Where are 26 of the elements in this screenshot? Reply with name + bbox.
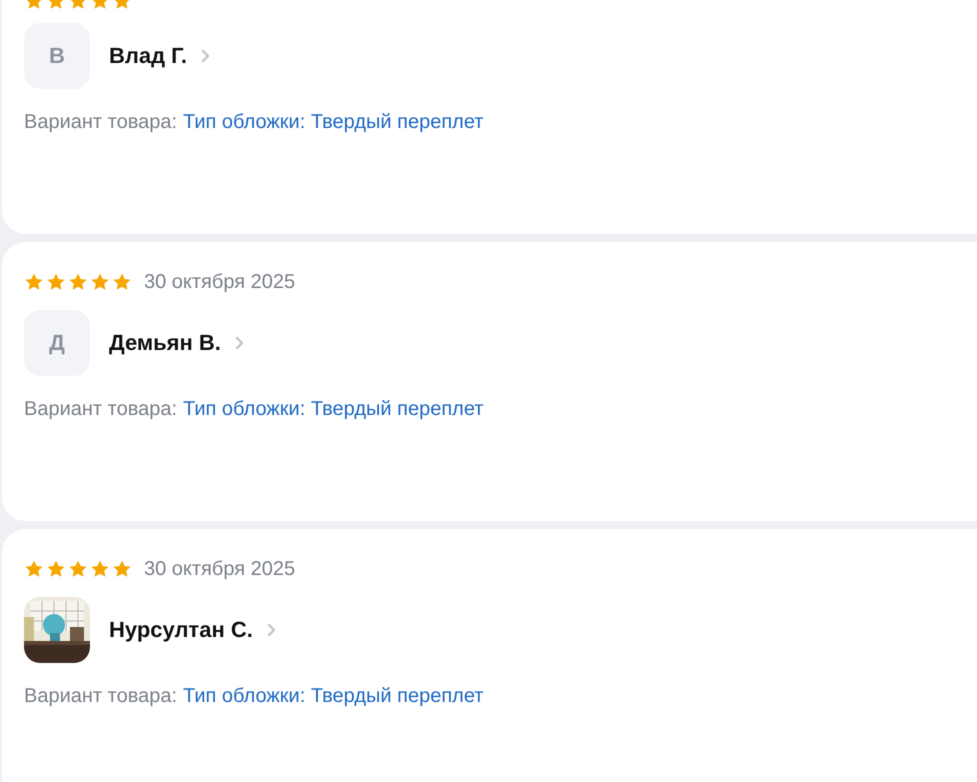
variant-link[interactable]: Тип обложки: Твердый переплет (183, 685, 484, 708)
variant-label: Вариант товара: (24, 685, 178, 708)
star-icon (90, 559, 110, 579)
reviewer-name[interactable]: Демьян В. (109, 330, 221, 356)
review-date: 30 октября 2025 (144, 558, 296, 580)
star-icon (46, 272, 66, 292)
chevron-icon (201, 49, 210, 63)
star-icon (112, 272, 132, 292)
chevron-icon (266, 623, 276, 637)
variant-link[interactable]: Тип обложки: Твердый переплет (183, 111, 484, 134)
star-icon (24, 559, 44, 579)
star-icon (68, 272, 88, 292)
chevron-icon (234, 336, 244, 350)
variant-link[interactable]: Тип обложки: Твердый переплет (183, 398, 484, 421)
variant-label: Вариант товара: (24, 398, 178, 421)
star-icon (112, 559, 132, 579)
reviewer-name[interactable]: Нурсултан С. (109, 617, 253, 643)
review-date: 30 октября 2025 (144, 270, 296, 294)
variant-label: Вариант товара: (24, 111, 178, 134)
reviewer-name[interactable]: Влад Г. (109, 43, 188, 69)
star-icon (90, 272, 110, 292)
avatar[interactable]: Д (24, 310, 90, 376)
avatar[interactable]: В (24, 23, 90, 89)
star-icon (46, 559, 66, 579)
star-icon (68, 559, 88, 579)
star-icon (24, 272, 44, 292)
